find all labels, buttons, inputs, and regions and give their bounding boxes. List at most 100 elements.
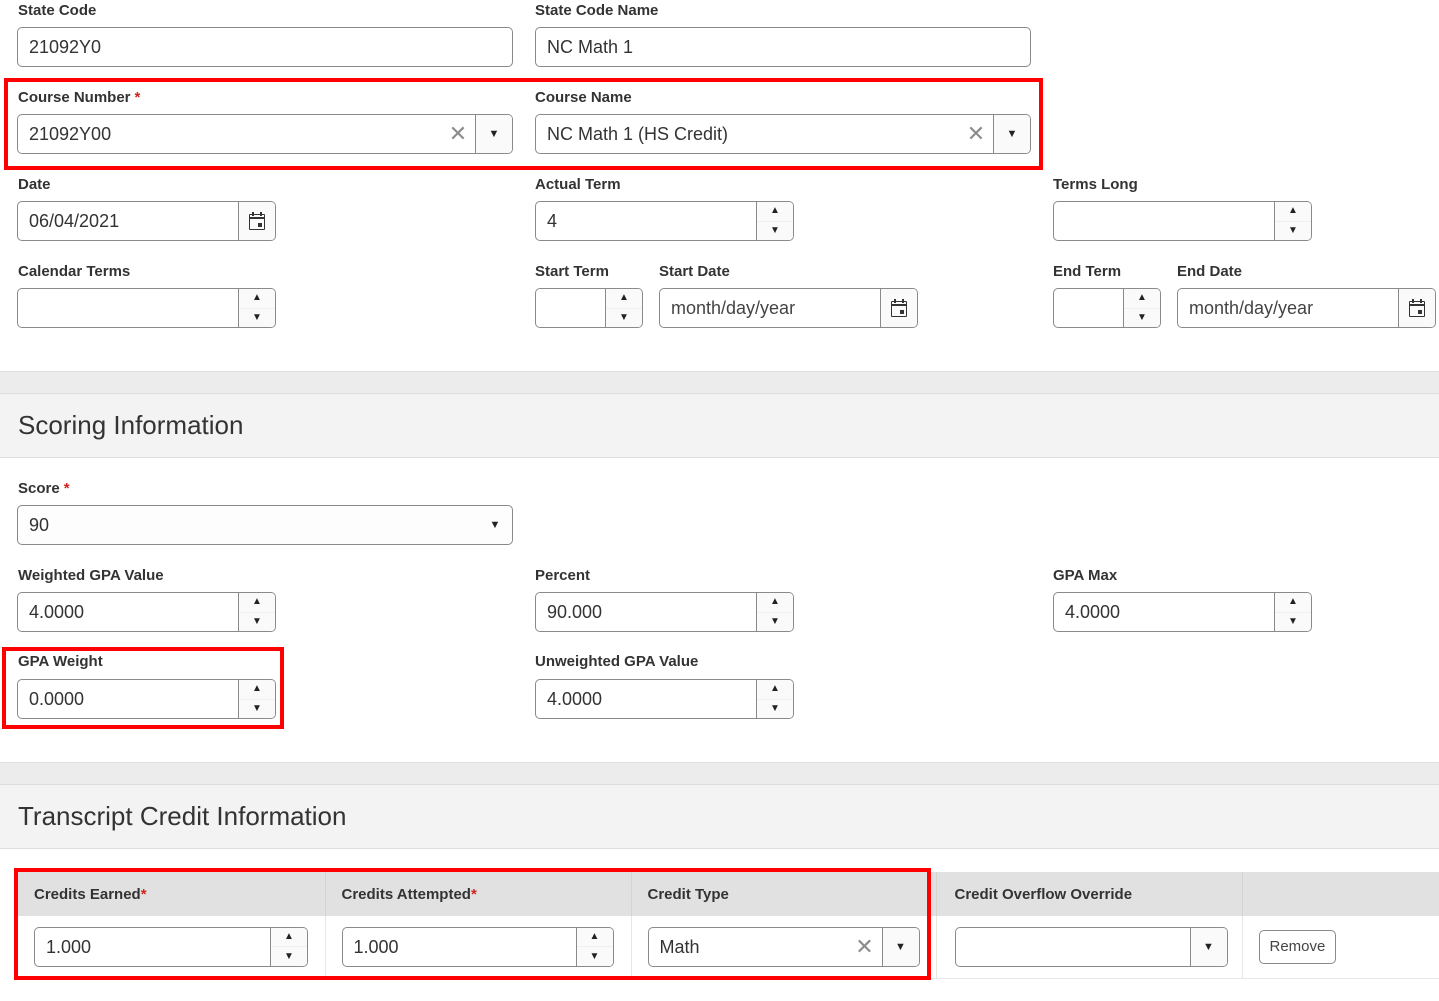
terms-long-stepper[interactable]: ▲ ▼ bbox=[1053, 201, 1312, 241]
spinner[interactable]: ▲ ▼ bbox=[238, 680, 275, 718]
course-number-combobox[interactable]: 21092Y00 ✕ ▼ bbox=[17, 114, 513, 154]
course-name-value[interactable]: NC Math 1 (HS Credit) bbox=[536, 115, 959, 153]
spinner[interactable]: ▲ ▼ bbox=[756, 202, 793, 240]
spinner[interactable]: ▲ ▼ bbox=[1123, 289, 1160, 327]
spin-down-icon[interactable]: ▼ bbox=[239, 613, 275, 632]
state-code-field[interactable]: 21092Y0 bbox=[17, 27, 513, 67]
weighted-gpa-value[interactable]: 4.0000 bbox=[18, 593, 238, 631]
credit-type-value[interactable]: Math bbox=[649, 928, 848, 966]
unweighted-gpa-stepper[interactable]: 4.0000 ▲ ▼ bbox=[535, 679, 794, 719]
required-asterisk: * bbox=[470, 885, 477, 903]
spin-up-icon[interactable]: ▲ bbox=[606, 289, 642, 309]
spinner[interactable]: ▲ ▼ bbox=[238, 593, 275, 631]
dropdown-button[interactable]: ▼ bbox=[475, 115, 512, 153]
score-value[interactable]: 90 bbox=[18, 506, 478, 544]
chevron-down-icon: ▼ bbox=[1203, 940, 1214, 953]
actual-term-stepper[interactable]: 4 ▲ ▼ bbox=[535, 201, 794, 241]
spin-up-icon[interactable]: ▲ bbox=[239, 680, 275, 700]
start-term-stepper[interactable]: ▲ ▼ bbox=[535, 288, 643, 328]
spinner[interactable]: ▲ ▼ bbox=[605, 289, 642, 327]
gpa-max-value[interactable]: 4.0000 bbox=[1054, 593, 1274, 631]
credit-overflow-select[interactable]: ▼ bbox=[954, 926, 1228, 967]
spin-down-icon[interactable]: ▼ bbox=[1124, 309, 1160, 328]
section-divider bbox=[0, 762, 1439, 785]
section-title: Scoring Information bbox=[18, 410, 244, 440]
end-term-label: End Term bbox=[1053, 263, 1122, 280]
end-term-stepper[interactable]: ▲ ▼ bbox=[1053, 288, 1161, 328]
spinner[interactable]: ▲ ▼ bbox=[756, 680, 793, 718]
dropdown-button[interactable]: ▼ bbox=[881, 927, 919, 966]
spinner[interactable]: ▲ ▼ bbox=[238, 289, 275, 327]
score-select[interactable]: 90 ▼ bbox=[17, 505, 513, 545]
spin-down-icon[interactable]: ▼ bbox=[757, 222, 793, 241]
spin-down-icon[interactable]: ▼ bbox=[577, 947, 613, 966]
course-name-combobox[interactable]: NC Math 1 (HS Credit) ✕ ▼ bbox=[535, 114, 1031, 154]
state-code-name-value[interactable]: NC Math 1 bbox=[536, 28, 1030, 66]
credit-type-combobox[interactable]: Math ✕ ▼ bbox=[647, 926, 920, 967]
credits-earned-stepper[interactable]: 1.000 ▲ ▼ bbox=[34, 926, 308, 967]
remove-button[interactable]: Remove bbox=[1258, 929, 1337, 964]
dropdown-button[interactable]: ▼ bbox=[1189, 927, 1227, 966]
dropdown-button[interactable]: ▼ bbox=[993, 115, 1030, 153]
spin-up-icon[interactable]: ▲ bbox=[1275, 202, 1311, 222]
spin-down-icon[interactable]: ▼ bbox=[606, 309, 642, 328]
actual-term-value[interactable]: 4 bbox=[536, 202, 756, 240]
clear-icon[interactable]: ✕ bbox=[441, 115, 475, 153]
spin-down-icon[interactable]: ▼ bbox=[1275, 613, 1311, 632]
spin-up-icon[interactable]: ▲ bbox=[757, 593, 793, 613]
date-value[interactable]: 06/04/2021 bbox=[18, 202, 238, 240]
column-header-credit-overflow: Credit Overflow Override bbox=[936, 872, 1243, 916]
spin-up-icon[interactable]: ▲ bbox=[576, 928, 613, 948]
calendar-button[interactable] bbox=[1398, 289, 1435, 327]
spin-down-icon[interactable]: ▼ bbox=[239, 700, 275, 719]
weighted-gpa-stepper[interactable]: 4.0000 ▲ ▼ bbox=[17, 592, 276, 632]
cell-credit-overflow: ▼ bbox=[936, 916, 1243, 979]
clear-icon[interactable]: ✕ bbox=[959, 115, 993, 153]
column-header-credits-earned: Credits Earned* bbox=[18, 872, 326, 916]
calendar-icon bbox=[248, 211, 266, 231]
state-code-name-field[interactable]: NC Math 1 bbox=[535, 27, 1031, 67]
spinner[interactable]: ▲ ▼ bbox=[756, 593, 793, 631]
date-field[interactable]: 06/04/2021 bbox=[17, 201, 276, 241]
credits-attempted-value[interactable]: 1.000 bbox=[343, 928, 576, 966]
gpa-weight-value[interactable]: 0.0000 bbox=[18, 680, 238, 718]
end-date-placeholder[interactable]: month/day/year bbox=[1178, 289, 1398, 327]
score-label-text: Score bbox=[18, 480, 60, 497]
spinner[interactable]: ▲ ▼ bbox=[575, 927, 613, 966]
course-number-value[interactable]: 21092Y00 bbox=[18, 115, 441, 153]
spin-up-icon[interactable]: ▲ bbox=[271, 928, 307, 948]
gpa-weight-stepper[interactable]: 0.0000 ▲ ▼ bbox=[17, 679, 276, 719]
spin-down-icon[interactable]: ▼ bbox=[757, 700, 793, 719]
dropdown-button[interactable]: ▼ bbox=[478, 519, 512, 531]
calendar-button[interactable] bbox=[880, 289, 917, 327]
required-asterisk: * bbox=[140, 885, 147, 903]
gpa-weight-label: GPA Weight bbox=[18, 653, 103, 670]
spin-down-icon[interactable]: ▼ bbox=[1275, 222, 1311, 241]
spinner[interactable]: ▲ ▼ bbox=[1274, 202, 1311, 240]
end-date-field[interactable]: month/day/year bbox=[1177, 288, 1436, 328]
cell-credits-attempted: 1.000 ▲ ▼ bbox=[325, 916, 632, 979]
spin-up-icon[interactable]: ▲ bbox=[239, 289, 275, 309]
spin-up-icon[interactable]: ▲ bbox=[239, 593, 275, 613]
start-date-placeholder[interactable]: month/day/year bbox=[660, 289, 880, 327]
credits-earned-value[interactable]: 1.000 bbox=[35, 928, 270, 966]
percent-stepper[interactable]: 90.000 ▲ ▼ bbox=[535, 592, 794, 632]
spin-up-icon[interactable]: ▲ bbox=[1275, 593, 1311, 613]
calendar-terms-stepper[interactable]: ▲ ▼ bbox=[17, 288, 276, 328]
spin-down-icon[interactable]: ▼ bbox=[239, 309, 275, 328]
credits-attempted-stepper[interactable]: 1.000 ▲ ▼ bbox=[341, 926, 614, 967]
spinner[interactable]: ▲ ▼ bbox=[270, 927, 307, 966]
unweighted-gpa-value[interactable]: 4.0000 bbox=[536, 680, 756, 718]
spin-down-icon[interactable]: ▼ bbox=[757, 613, 793, 632]
spin-down-icon[interactable]: ▼ bbox=[271, 947, 307, 966]
spinner[interactable]: ▲ ▼ bbox=[1274, 593, 1311, 631]
clear-icon[interactable]: ✕ bbox=[848, 928, 882, 966]
spin-up-icon[interactable]: ▲ bbox=[1124, 289, 1160, 309]
gpa-max-stepper[interactable]: 4.0000 ▲ ▼ bbox=[1053, 592, 1312, 632]
spin-up-icon[interactable]: ▲ bbox=[757, 202, 793, 222]
start-date-field[interactable]: month/day/year bbox=[659, 288, 918, 328]
spin-up-icon[interactable]: ▲ bbox=[757, 680, 793, 700]
percent-value[interactable]: 90.000 bbox=[536, 593, 756, 631]
state-code-value[interactable]: 21092Y0 bbox=[18, 28, 512, 66]
calendar-button[interactable] bbox=[238, 202, 275, 240]
